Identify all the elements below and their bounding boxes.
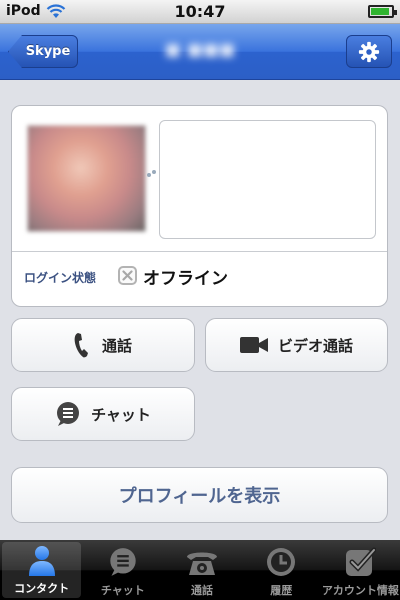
tab-label: 通話 [191, 584, 213, 597]
phone-icon [187, 552, 217, 575]
tab-contacts[interactable]: コンタクト [2, 542, 82, 598]
tab-label: アカウント情報 [321, 584, 399, 597]
video-camera-icon [239, 337, 268, 353]
phone-icon [74, 333, 88, 358]
tab-label: チャット [100, 584, 145, 597]
mood-message-box [159, 120, 376, 239]
chat-bubble-icon [110, 548, 136, 576]
video-call-button[interactable]: ビデオ通話 [205, 318, 388, 372]
back-button[interactable]: Skype [8, 35, 78, 68]
contact-card: ログイン状態 オフライン [11, 105, 388, 307]
chat-label: チャット [91, 405, 151, 424]
video-call-label: ビデオ通話 [277, 336, 353, 355]
contact-name-title: ■ ■■■ [164, 40, 236, 60]
tab-calls[interactable]: 通話 [162, 540, 241, 600]
tab-bar: コンタクト チャット 通話 履歴 アカウント情報 [0, 540, 400, 600]
clock-time: 10:47 [174, 2, 226, 21]
settings-button[interactable] [346, 35, 392, 68]
chat-button[interactable]: チャット [11, 387, 195, 441]
divider [12, 251, 387, 252]
navigation-bar: Skype ■ ■■■ [0, 24, 400, 80]
gear-icon [358, 41, 380, 62]
call-label: 通話 [101, 336, 132, 355]
battery-icon [368, 5, 397, 18]
presence-status: オフライン [143, 269, 228, 289]
avatar[interactable] [27, 125, 146, 232]
login-status-label: ログイン状態 [24, 271, 97, 285]
offline-icon [118, 266, 137, 285]
chat-bubble-icon [57, 402, 80, 426]
tab-label: コンタクト [14, 582, 70, 595]
status-bar: iPod 10:47 [0, 0, 400, 24]
clock-icon [267, 548, 296, 576]
account-check-icon [346, 547, 377, 576]
tab-account-info[interactable]: アカウント情報 [321, 540, 400, 600]
tab-history[interactable]: 履歴 [242, 540, 321, 600]
tab-label: 履歴 [270, 584, 293, 597]
call-button[interactable]: 通話 [11, 318, 195, 372]
battery-fill [371, 8, 390, 15]
contacts-icon [28, 546, 55, 576]
view-profile-button[interactable]: プロフィールを表示 [11, 467, 388, 523]
tab-chat[interactable]: チャット [83, 540, 162, 600]
